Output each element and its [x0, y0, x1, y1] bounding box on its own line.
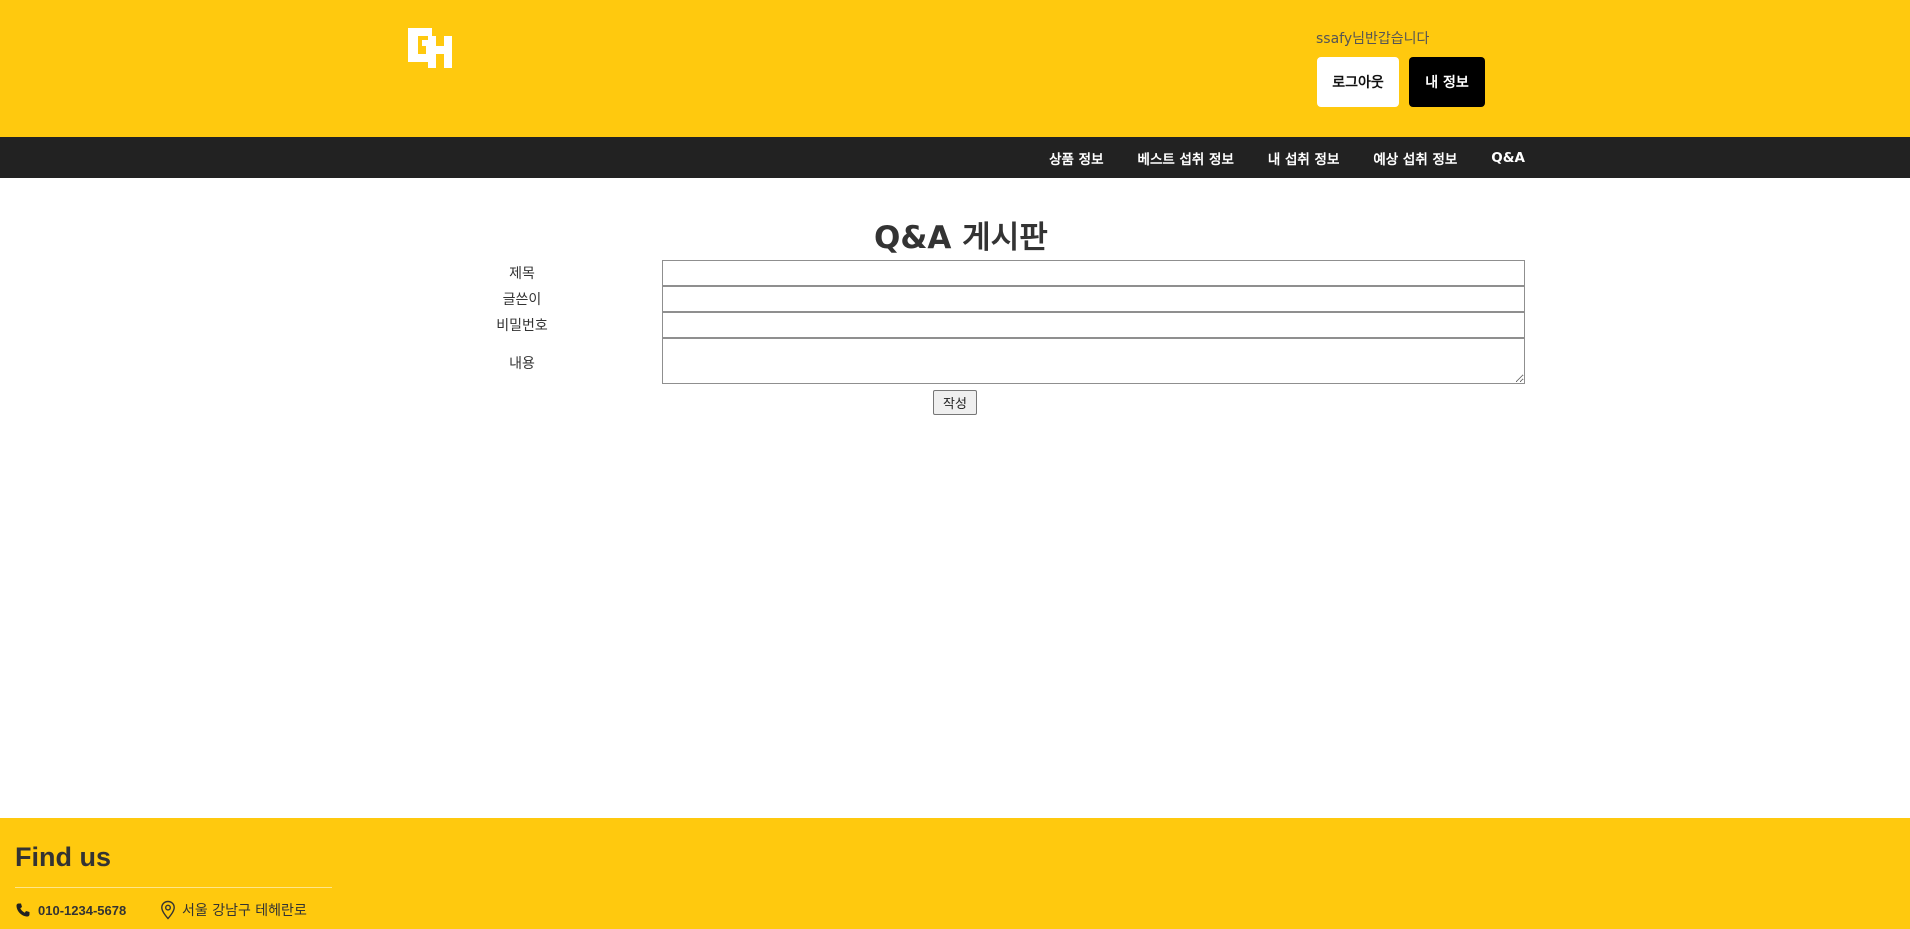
- content-label: 내용: [509, 356, 535, 372]
- footer-address: 서울 강남구 테헤란로: [160, 900, 307, 920]
- my-info-button[interactable]: 내 정보: [1409, 57, 1485, 107]
- nav-item-product-info[interactable]: 상품 정보: [1049, 148, 1103, 168]
- map-pin-icon: [161, 900, 175, 920]
- footer-address-text: 서울 강남구 테헤란로: [182, 903, 307, 919]
- logo-mark: [408, 28, 452, 68]
- password-label: 비밀번호: [496, 318, 548, 334]
- footer: Find us 010-1234-5678 서울 강남구 테헤란로: [0, 818, 1910, 929]
- main-nav: 상품 정보 베스트 섭취 정보 내 섭취 정보 예상 섭취 정보 Q&A: [0, 137, 1910, 178]
- content-textarea[interactable]: [662, 338, 1525, 384]
- footer-phone-text: 010-1234-5678: [38, 902, 127, 918]
- title-label: 제목: [509, 266, 535, 282]
- nav-item-my-intake[interactable]: 내 섭취 정보: [1268, 148, 1340, 168]
- footer-divider: [15, 887, 332, 888]
- nav-item-expected-intake[interactable]: 예상 섭취 정보: [1373, 148, 1457, 168]
- password-input[interactable]: [662, 312, 1525, 338]
- author-label: 글쓴이: [502, 292, 542, 308]
- footer-title: Find us: [15, 842, 111, 872]
- greeting-text: ssafy님반갑습니다: [1316, 31, 1430, 47]
- footer-phone: 010-1234-5678: [15, 902, 126, 918]
- page-title: Q&A 게시판: [874, 220, 1048, 256]
- nav-item-best-intake[interactable]: 베스트 섭취 정보: [1138, 148, 1234, 168]
- author-input[interactable]: [662, 286, 1525, 312]
- nav-item-qna[interactable]: Q&A: [1491, 150, 1525, 166]
- logout-button[interactable]: 로그아웃: [1317, 57, 1399, 107]
- top-header: ssafy님반갑습니다 로그아웃 내 정보: [0, 0, 1910, 137]
- phone-icon: [16, 903, 30, 917]
- nav-list: 상품 정보 베스트 섭취 정보 내 섭취 정보 예상 섭취 정보 Q&A: [1049, 137, 1525, 178]
- logo[interactable]: [406, 24, 456, 68]
- title-input[interactable]: [662, 260, 1525, 286]
- submit-button[interactable]: 작성: [933, 390, 977, 415]
